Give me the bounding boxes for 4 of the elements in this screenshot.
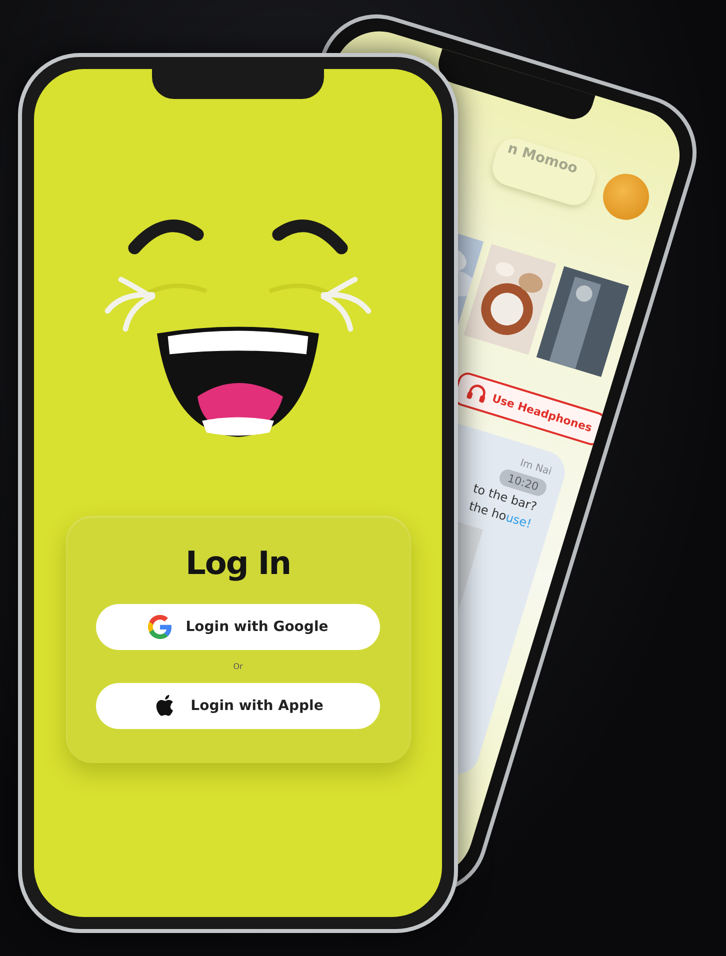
login-title: Log In [185,544,291,582]
separator-text: Or [233,662,243,671]
login-button[interactable]: Login with Apple [96,683,380,729]
login-button[interactable]: Login with Google [96,604,380,650]
